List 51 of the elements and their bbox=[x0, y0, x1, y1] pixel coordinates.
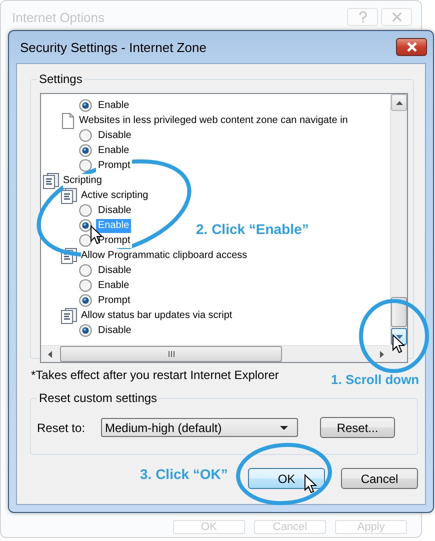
radio-button[interactable] bbox=[79, 129, 92, 142]
category-label: Scripting bbox=[63, 174, 102, 188]
scroll-thumb[interactable] bbox=[60, 346, 282, 362]
vertical-scrollbar[interactable] bbox=[390, 94, 407, 345]
radio-button[interactable] bbox=[79, 264, 92, 277]
setting-label: Active scripting bbox=[81, 188, 148, 202]
setting-label: Allow Programmatic clipboard access bbox=[81, 248, 248, 262]
dropdown-arrow-icon bbox=[280, 426, 288, 430]
grip-icon bbox=[168, 351, 174, 357]
radio-button[interactable] bbox=[79, 204, 92, 217]
page-icon bbox=[61, 112, 75, 128]
reset-level-dropdown[interactable]: Medium-high (default) bbox=[101, 418, 298, 437]
group-label: Settings bbox=[37, 71, 84, 87]
cancel-button[interactable]: Cancel bbox=[341, 468, 418, 489]
radio-button[interactable] bbox=[79, 234, 92, 247]
scroll-up-button[interactable] bbox=[391, 94, 407, 111]
script-icon bbox=[61, 308, 77, 324]
script-icon bbox=[61, 248, 77, 264]
window-title: Internet Options bbox=[12, 10, 104, 24]
radio-button-checked[interactable] bbox=[79, 144, 92, 157]
radio-button-checked[interactable] bbox=[79, 99, 92, 112]
instruction-text: 2. Click “Enable” bbox=[196, 221, 309, 237]
up-arrow-icon bbox=[396, 100, 402, 104]
option-label[interactable]: Prompt bbox=[96, 294, 132, 308]
option-label[interactable]: Prompt bbox=[96, 158, 132, 172]
radio-button-checked[interactable] bbox=[79, 294, 92, 307]
down-arrow-icon bbox=[396, 334, 402, 338]
field-label: Reset to: bbox=[37, 420, 86, 434]
instruction-text: 3. Click “OK” bbox=[140, 466, 228, 482]
setting-label: Allow status bar updates via script bbox=[81, 308, 232, 322]
horizontal-scrollbar[interactable] bbox=[41, 345, 390, 362]
close-icon bbox=[392, 12, 402, 22]
window-title: Security Settings - Internet Zone bbox=[20, 40, 206, 54]
mouse-pointer-icon bbox=[304, 474, 317, 494]
ok-button[interactable]: OK bbox=[248, 468, 325, 489]
script-icon bbox=[61, 188, 77, 204]
footnote-text: *Takes effect after you restart Internet Explorer bbox=[31, 368, 279, 382]
group-label: Reset custom settings bbox=[37, 390, 160, 406]
left-arrow-icon bbox=[48, 350, 52, 358]
radio-button[interactable] bbox=[79, 159, 92, 172]
close-button[interactable] bbox=[396, 38, 427, 56]
mouse-pointer-icon bbox=[392, 334, 405, 354]
right-arrow-icon bbox=[380, 350, 384, 358]
radio-button-checked[interactable] bbox=[79, 219, 92, 232]
setting-label: Websites in less privileged web content zone can navigate in bbox=[79, 114, 348, 128]
radio-button[interactable] bbox=[79, 279, 92, 292]
close-icon bbox=[406, 42, 418, 52]
reset-button[interactable]: Reset... bbox=[320, 417, 395, 438]
help-icon bbox=[358, 11, 368, 23]
instruction-text: 1. Scroll down bbox=[331, 372, 420, 387]
radio-button-checked[interactable] bbox=[79, 324, 92, 337]
